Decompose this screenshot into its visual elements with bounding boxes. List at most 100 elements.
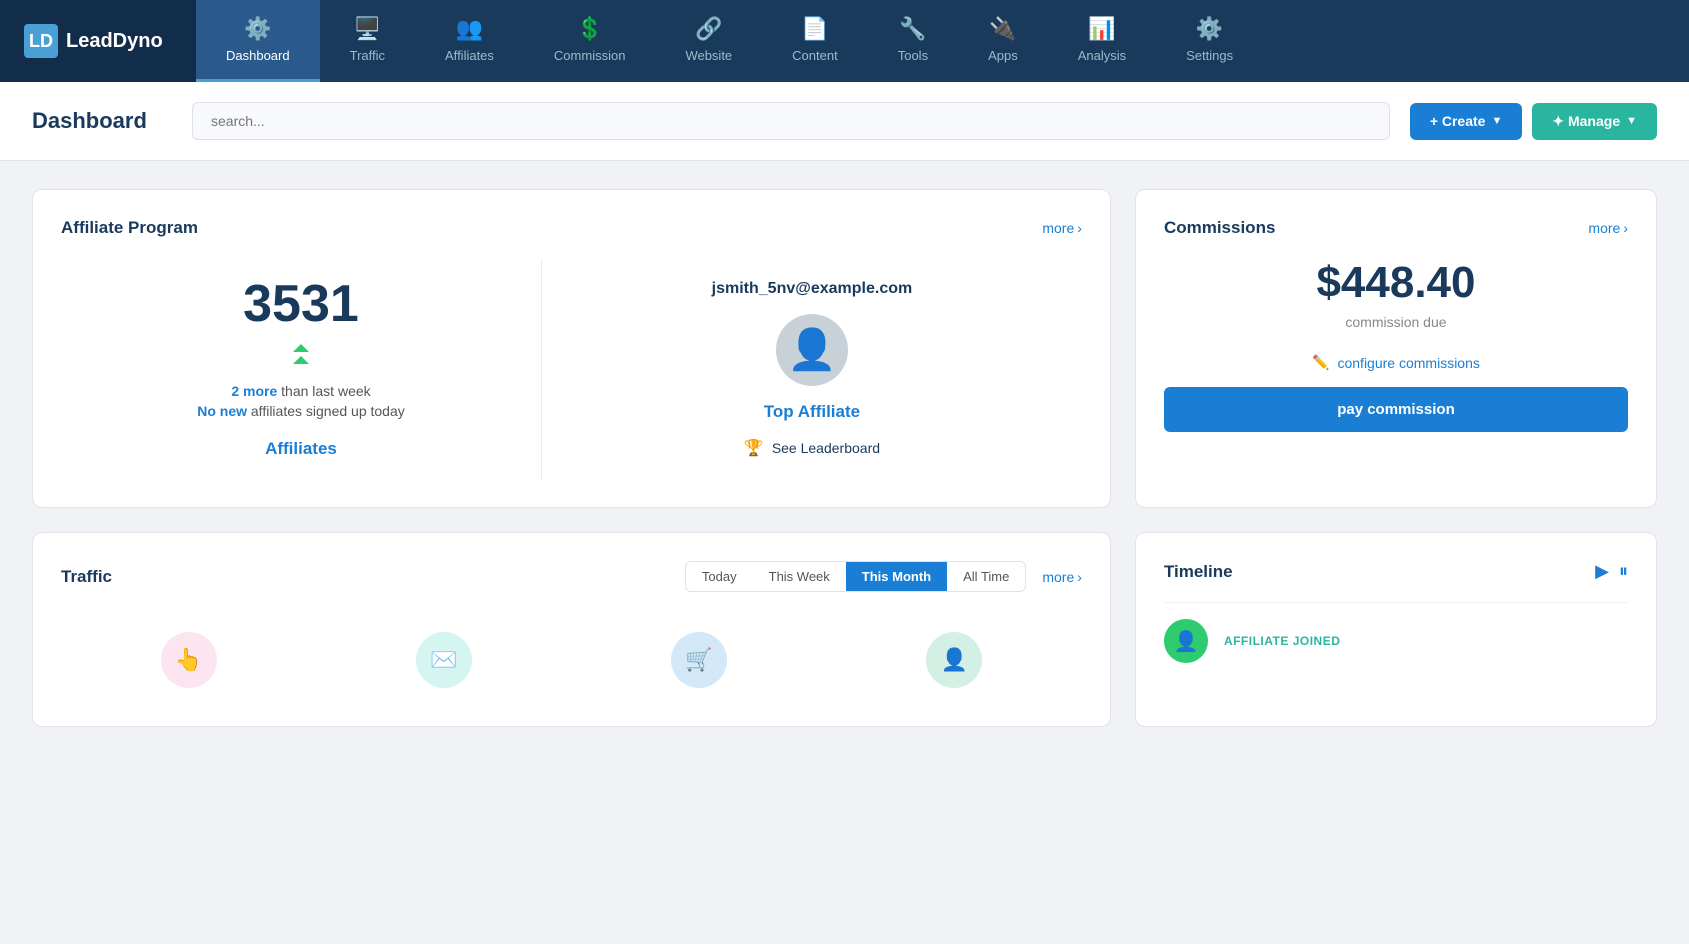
nav-item-dashboard[interactable]: ⚙️ Dashboard — [196, 0, 320, 82]
configure-link[interactable]: ✏️ configure commissions — [1164, 354, 1628, 371]
page-title: Dashboard — [32, 108, 172, 134]
nav-label-affiliates: Affiliates — [445, 48, 494, 63]
commissions-card-title: Commissions — [1164, 218, 1275, 238]
affiliate-today-text: No new affiliates signed up today — [197, 403, 405, 419]
apps-icon: 🔌 — [989, 16, 1016, 42]
up-arrow-icon — [285, 342, 317, 377]
nav-items: ⚙️ Dashboard 🖥️ Traffic 👥 Affiliates 💲 C… — [196, 0, 1689, 82]
commissions-more-link[interactable]: more › — [1588, 220, 1628, 236]
traffic-email: ✉️ — [416, 632, 472, 688]
top-affiliate-label: Top Affiliate — [764, 402, 860, 422]
nav-item-settings[interactable]: ⚙️ Settings — [1156, 0, 1263, 82]
signup-icon-circle: 👤 — [926, 632, 982, 688]
leaderboard-link[interactable]: 🏆 See Leaderboard — [744, 438, 880, 458]
dashboard-icon: ⚙️ — [244, 16, 271, 42]
top-affiliate-email: jsmith_5nv@example.com — [712, 280, 913, 298]
pay-commission-button[interactable]: pay commission — [1164, 387, 1628, 432]
affiliate-body: 3531 2 more than last week No new affili… — [61, 258, 1082, 479]
traffic-more-link[interactable]: more › — [1042, 569, 1082, 585]
content-icon: 📄 — [801, 16, 828, 42]
search-input[interactable] — [192, 102, 1390, 140]
nav-item-tools[interactable]: 🔧 Tools — [868, 0, 958, 82]
timeline-card-title: Timeline — [1164, 562, 1233, 582]
timeline-event-info: AFFILIATE JOINED — [1224, 634, 1340, 648]
timeline-play-button[interactable]: ▶ — [1595, 561, 1609, 582]
timeline-user-icon: 👤 — [1173, 629, 1198, 654]
affiliate-card-header: Affiliate Program more › — [61, 218, 1082, 238]
new-highlight: No new — [197, 403, 247, 419]
nav-label-analysis: Analysis — [1078, 48, 1126, 63]
traffic-purchases: 🛒 — [671, 632, 727, 688]
tab-today[interactable]: Today — [686, 562, 753, 591]
change-highlight: 2 more — [231, 383, 277, 399]
nav-item-content[interactable]: 📄 Content — [762, 0, 868, 82]
top-affiliate-section: jsmith_5nv@example.com 👤 Top Affiliate 🏆… — [542, 258, 1082, 479]
timeline-pause-button[interactable]: ⏸ — [1619, 561, 1628, 582]
person-add-icon: 👤 — [941, 647, 968, 673]
tab-this-week[interactable]: This Week — [753, 562, 846, 591]
commissions-card: Commissions more › $448.40 commission du… — [1135, 189, 1657, 508]
timeline-event-label: AFFILIATE JOINED — [1224, 634, 1340, 648]
brand: LD LeadDyno — [0, 0, 196, 82]
timeline-card: Timeline ▶ ⏸ 👤 AFFILIATE JOINED — [1135, 532, 1657, 727]
traffic-visitors: 👆 — [161, 632, 217, 688]
user-icon: 👤 — [787, 326, 837, 373]
commissions-more-label: more — [1588, 220, 1620, 236]
cart-icon: 🛒 — [685, 647, 712, 673]
commission-icon: 💲 — [576, 16, 603, 42]
nav-item-analysis[interactable]: 📊 Analysis — [1048, 0, 1156, 82]
commissions-card-header: Commissions more › — [1164, 218, 1628, 238]
cart-icon-circle: 🛒 — [671, 632, 727, 688]
timeline-item: 👤 AFFILIATE JOINED — [1164, 602, 1628, 679]
nav-label-content: Content — [792, 48, 838, 63]
nav-item-commission[interactable]: 💲 Commission — [524, 0, 656, 82]
affiliate-program-card: Affiliate Program more › 3531 — [32, 189, 1111, 508]
header-actions: + Create ▼ ✦ Manage ▼ — [1410, 103, 1657, 140]
tab-all-time[interactable]: All Time — [947, 562, 1025, 591]
nav-label-commission: Commission — [554, 48, 626, 63]
traffic-card-header: Traffic Today This Week This Month All T… — [61, 561, 1082, 592]
nav-label-dashboard: Dashboard — [226, 48, 290, 63]
bottom-cards-row: Traffic Today This Week This Month All T… — [32, 532, 1657, 727]
timeline-card-header: Timeline ▶ ⏸ — [1164, 561, 1628, 582]
nav-label-tools: Tools — [898, 48, 928, 63]
brand-name: LeadDyno — [66, 30, 163, 53]
traffic-more-chevron-icon: › — [1077, 569, 1082, 585]
page-header: Dashboard + Create ▼ ✦ Manage ▼ — [0, 82, 1689, 161]
visitors-icon-circle: 👆 — [161, 632, 217, 688]
nav-item-traffic[interactable]: 🖥️ Traffic — [320, 0, 415, 82]
tools-icon: 🔧 — [899, 16, 926, 42]
navbar: LD LeadDyno ⚙️ Dashboard 🖥️ Traffic 👥 Af… — [0, 0, 1689, 82]
traffic-icon: 🖥️ — [354, 16, 381, 42]
tab-this-month[interactable]: This Month — [846, 562, 947, 591]
nav-label-website: Website — [685, 48, 732, 63]
affiliate-stats: 3531 2 more than last week No new affili… — [61, 258, 542, 479]
cursor-icon: 👆 — [175, 647, 202, 673]
timeline-avatar: 👤 — [1164, 619, 1208, 663]
brand-icon: LD — [24, 24, 58, 58]
leaderboard-label: See Leaderboard — [772, 440, 880, 456]
create-button[interactable]: + Create ▼ — [1410, 103, 1523, 140]
affiliate-more-link[interactable]: more › — [1042, 220, 1082, 236]
affiliates-link[interactable]: Affiliates — [265, 439, 337, 459]
affiliate-change-text: 2 more than last week — [231, 383, 370, 399]
manage-button[interactable]: ✦ Manage ▼ — [1532, 103, 1657, 140]
manage-label: ✦ Manage — [1552, 113, 1620, 130]
affiliate-card-title: Affiliate Program — [61, 218, 198, 238]
nav-item-apps[interactable]: 🔌 Apps — [958, 0, 1048, 82]
affiliate-more-label: more — [1042, 220, 1074, 236]
nav-item-affiliates[interactable]: 👥 Affiliates — [415, 0, 524, 82]
nav-label-apps: Apps — [988, 48, 1018, 63]
traffic-more-label: more — [1042, 569, 1074, 585]
manage-arrow-icon: ▼ — [1626, 115, 1637, 127]
nav-item-website[interactable]: 🔗 Website — [655, 0, 762, 82]
commission-due-label: commission due — [1164, 314, 1628, 330]
nav-label-settings: Settings — [1186, 48, 1233, 63]
create-arrow-icon: ▼ — [1491, 115, 1502, 127]
affiliates-icon: 👥 — [456, 16, 483, 42]
traffic-card-title: Traffic — [61, 567, 112, 587]
email-icon: ✉️ — [430, 647, 457, 673]
commission-amount: $448.40 — [1164, 258, 1628, 308]
website-icon: 🔗 — [695, 16, 722, 42]
timeline-controls: ▶ ⏸ — [1595, 561, 1628, 582]
